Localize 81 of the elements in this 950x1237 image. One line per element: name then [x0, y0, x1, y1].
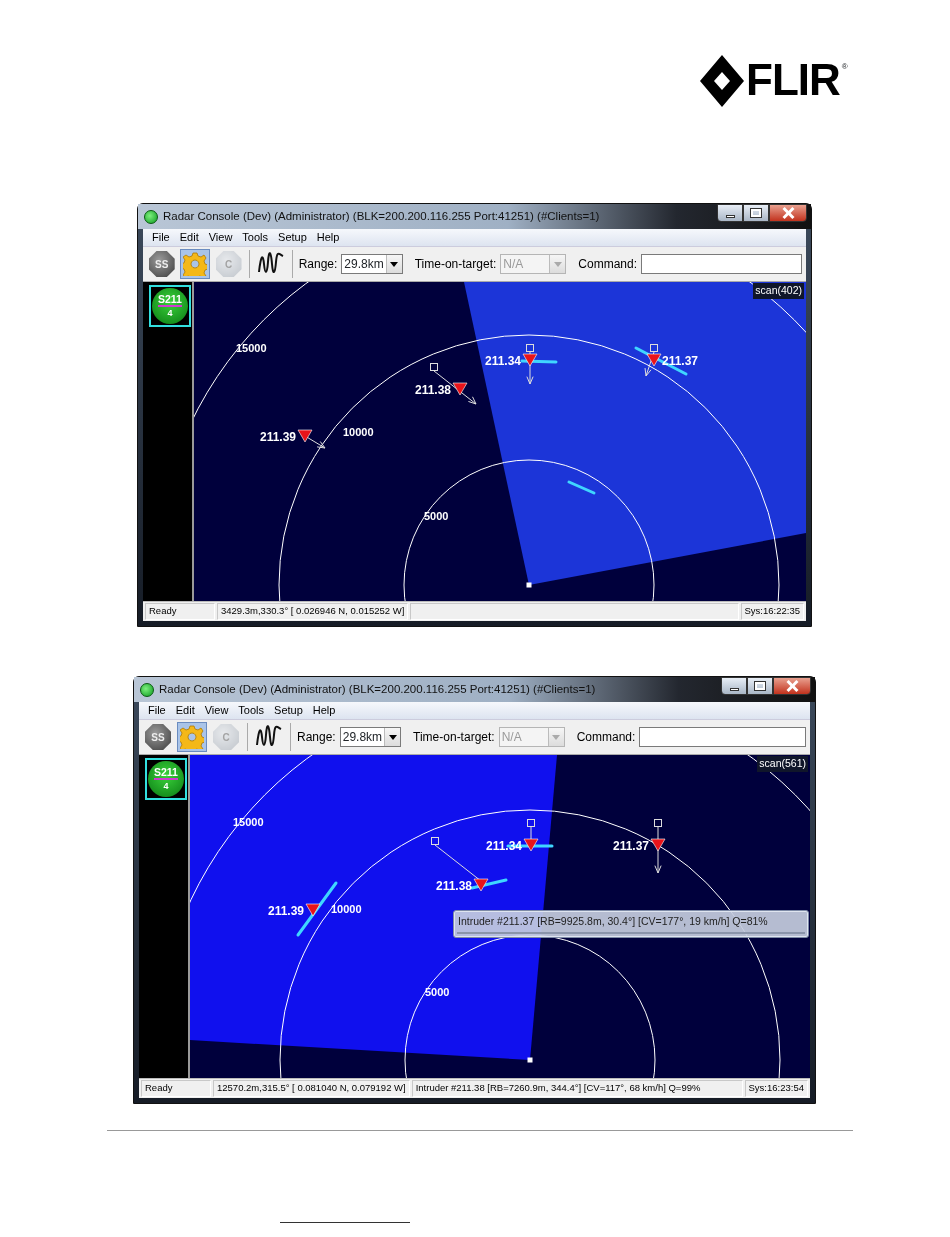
menu-item[interactable]: Tools: [237, 229, 274, 246]
target-label: 211.34: [485, 839, 522, 853]
status-text: Sys:16:22:35: [740, 603, 804, 620]
status-text: 3429.3m,330.3° [ 0.026946 N, 0.015252 W]: [217, 603, 409, 620]
target-marker-icon: [646, 353, 662, 367]
target-marker-icon: [650, 838, 666, 852]
target-marker-icon: [522, 353, 538, 367]
field-label: Command:: [578, 256, 637, 273]
menu-item[interactable]: Help: [311, 229, 345, 246]
status-text: Ready: [145, 603, 215, 620]
caret-icon[interactable]: [385, 255, 402, 273]
target-label: 211.39: [267, 904, 304, 918]
scan-counter: scan(561): [757, 756, 808, 772]
minimize-button[interactable]: [721, 677, 747, 695]
menu-item[interactable]: Setup: [269, 702, 308, 719]
window-title: Radar Console (Dev) (Administrator) (BLK=200.200.116.255 Port:41251) (#Clients=1): [163, 208, 600, 224]
range-label: 15000: [236, 342, 267, 354]
logo-text: FLIR: [746, 55, 840, 105]
radar-echo: [567, 480, 596, 495]
caret-icon[interactable]: [384, 728, 401, 746]
close-button[interactable]: [769, 204, 807, 222]
menu-item[interactable]: View: [203, 229, 238, 246]
menu-item[interactable]: File: [143, 702, 171, 719]
maximize-button[interactable]: [743, 204, 769, 222]
gear-icon: [183, 252, 208, 276]
status-text: 12570.2m,315.5° [ 0.081040 N, 0.079192 W]: [213, 1080, 410, 1097]
target-label: 211.38: [414, 383, 451, 397]
gear-icon: [180, 725, 204, 749]
target-marker-icon: [305, 903, 321, 917]
range-label: 15000: [233, 816, 264, 828]
status-text: Sys:16:23:54: [744, 1080, 808, 1097]
target-marker-icon: [452, 382, 468, 396]
command-field[interactable]: [639, 727, 806, 747]
wave-icon: [256, 725, 282, 749]
status-text: Intruder #211.38 [RB=7260.9m, 344.4°] [CV=117°, 68 km/h] Q=99%: [411, 1080, 743, 1097]
field-label: Time-on-target:: [413, 729, 495, 746]
menu-item[interactable]: File: [147, 229, 175, 246]
target-marker-icon: [523, 838, 539, 852]
radar-origin-icon: [527, 1057, 533, 1063]
scan-counter: scan(402): [753, 283, 804, 299]
target-label: 211.34: [484, 354, 521, 368]
window-title: Radar Console (Dev) (Administrator) (BLK=200.200.116.255 Port:41251) (#Clients=1): [159, 681, 596, 697]
target-marker-icon: [297, 429, 313, 443]
range-label: 10000: [331, 903, 362, 915]
heading-vector: [644, 344, 658, 377]
menu-item[interactable]: Setup: [273, 229, 312, 246]
heading-vector: [526, 344, 534, 385]
range-label: 5000: [424, 510, 449, 522]
field-label: Range:: [298, 256, 338, 273]
field-label: Range:: [297, 729, 336, 746]
app-icon: [144, 209, 158, 224]
menu-item[interactable]: Help: [307, 702, 341, 719]
command-field[interactable]: [641, 254, 802, 274]
target-label: 211.37: [662, 354, 699, 368]
status-text: Ready: [141, 1080, 211, 1097]
menu-item[interactable]: View: [199, 702, 234, 719]
logo-icon: [700, 55, 744, 107]
minimize-button[interactable]: [717, 204, 743, 222]
heading-vector: [654, 819, 662, 874]
field-label: Time-on-target:: [414, 256, 497, 273]
radar-echo: [520, 359, 558, 364]
target-label: 211.39: [259, 430, 296, 444]
range-dropdown[interactable]: 29.8km: [339, 727, 402, 747]
menu-item[interactable]: Edit: [174, 229, 204, 246]
app-icon: [140, 682, 154, 697]
registered-mark: ®: [841, 63, 848, 71]
maximize-button[interactable]: [747, 677, 773, 695]
field-label: Command:: [576, 729, 636, 746]
target-tooltip: Intruder #211.37 [RB=9925.8m, 30.4°] [CV=177°, 19 km/h] Q=81%: [453, 910, 809, 938]
radar-origin-icon: [526, 582, 532, 588]
menu-item[interactable]: Edit: [170, 702, 200, 719]
range-label: 10000: [343, 426, 374, 438]
close-button[interactable]: [773, 677, 811, 695]
wave-icon: [257, 252, 284, 276]
range-label: 5000: [425, 986, 450, 998]
menu-item[interactable]: Tools: [233, 702, 270, 719]
radar-echo: [470, 878, 508, 890]
range-dropdown[interactable]: 29.8km: [341, 254, 403, 274]
target-marker-icon: [473, 878, 489, 892]
target-label: 211.37: [612, 839, 649, 853]
target-label: 211.38: [435, 879, 472, 893]
